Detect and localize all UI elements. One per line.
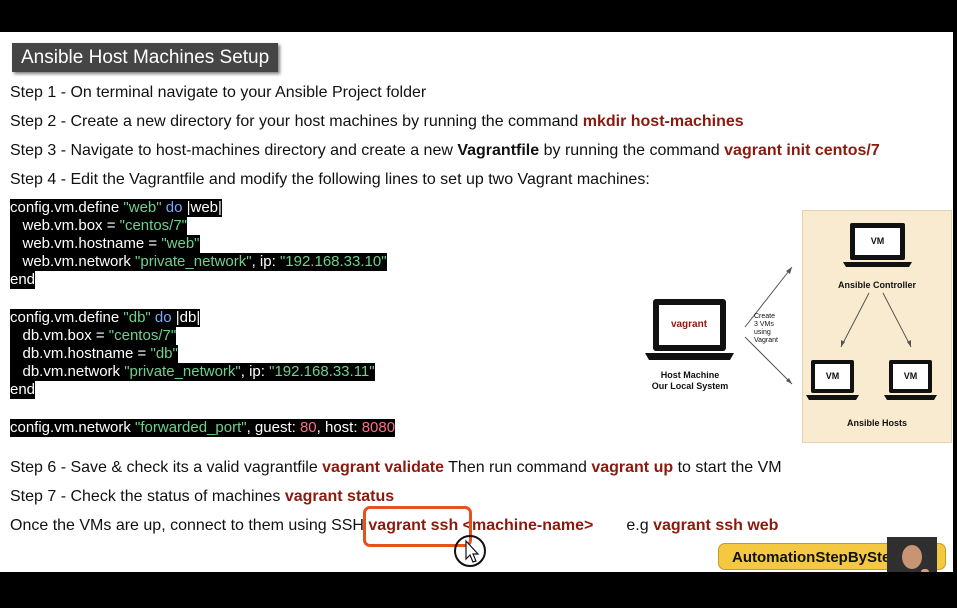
code-token: |web|: [186, 199, 222, 216]
code-keyword: do: [161, 199, 187, 216]
vm-label: VM: [903, 371, 918, 381]
step-2-command: mkdir host-machines: [582, 113, 744, 130]
slide: Ansible Host Machines Setup Step 1 - On …: [0, 32, 957, 572]
code-line: end: [10, 271, 36, 289]
host-label-sub: Our Local System: [651, 381, 729, 391]
code-token: web.vm.hostname =: [10, 235, 162, 252]
code-line: config.vm.network "forwarded_port", gues…: [10, 419, 396, 437]
arrow-note-line: Create: [754, 313, 776, 320]
step-3-command: vagrant init centos/7: [724, 142, 880, 159]
code-number: 80: [299, 419, 317, 436]
code-line: web.vm.hostname = "web": [10, 235, 200, 253]
slide-title: Ansible Host Machines Setup: [12, 43, 278, 72]
ssh-eg: e.g: [626, 517, 654, 534]
code-token: db.vm.network: [10, 363, 125, 380]
code-token: config.vm.network: [10, 419, 136, 436]
step-6-command-validate: vagrant validate: [322, 459, 444, 476]
code-token: web.vm.box =: [10, 217, 120, 234]
arrow-note-line: Vagrant: [754, 337, 778, 344]
code-string: "web": [123, 199, 162, 216]
code-line: config.vm.define "db" do |db|: [10, 309, 201, 327]
code-string: "192.168.33.11": [269, 363, 375, 380]
code-string: "centos/7": [108, 327, 177, 344]
code-line: web.vm.network "private_network", ip: "1…: [10, 253, 387, 271]
code-web-block: config.vm.define "web" do |web| web.vm.b…: [10, 199, 387, 289]
code-token: , ip:: [251, 253, 280, 270]
code-string: "private_network": [124, 363, 241, 380]
code-token: config.vm.define: [10, 309, 124, 326]
step-2: Step 2 - Create a new directory for your…: [10, 113, 744, 131]
step-3-text: Step 3 - Navigate to host-machines direc…: [10, 142, 458, 159]
right-edge: [953, 32, 957, 572]
code-line: web.vm.box = "centos/7": [10, 217, 187, 235]
step-7-text: Step 7 - Check the status of machines: [10, 488, 285, 505]
code-line: db.vm.box = "centos/7": [10, 327, 177, 345]
vm-label: VM: [870, 236, 885, 246]
code-line: db.vm.hostname = "db": [10, 345, 178, 363]
code-string: "192.168.33.10": [279, 253, 387, 270]
step-7: Step 7 - Check the status of machines va…: [10, 488, 394, 506]
step-6-command-up: vagrant up: [591, 459, 674, 476]
presenter-avatar: [887, 537, 937, 572]
code-string: "forwarded_port": [135, 419, 247, 436]
controller-label: Ansible Controller: [837, 280, 916, 290]
code-line: config.vm.define "web" do |web|: [10, 199, 222, 217]
code-token: end: [10, 381, 36, 398]
ansible-diagram: VM Ansible Controller VM VM Ansible Host…: [802, 210, 952, 443]
code-token: db.vm.box =: [10, 327, 109, 344]
step-6-text-3: to start the VM: [673, 459, 782, 476]
code-string: "web": [161, 235, 200, 252]
step-3: Step 3 - Navigate to host-machines direc…: [10, 142, 880, 160]
step-1: Step 1 - On terminal navigate to your An…: [10, 84, 427, 101]
code-token: , ip:: [240, 363, 270, 380]
arrow-note-line: using: [754, 329, 771, 336]
step-6: Step 6 - Save & check its a valid vagran…: [10, 459, 782, 477]
mouse-cursor-icon: [454, 535, 486, 567]
code-string: "private_network": [135, 253, 252, 270]
ssh-example-command: vagrant ssh web: [653, 517, 779, 534]
code-token: end: [10, 271, 36, 288]
step-3-file: Vagrantfile: [457, 142, 540, 159]
code-line: end: [10, 381, 36, 399]
code-forward-port: config.vm.network "forwarded_port", gues…: [10, 419, 396, 437]
hosts-label: Ansible Hosts: [846, 418, 907, 428]
step-4: Step 4 - Edit the Vagrantfile and modify…: [10, 171, 650, 188]
host-label: Host Machine: [660, 370, 720, 380]
host-screen-label: vagrant: [670, 319, 708, 330]
code-string: "db": [150, 345, 178, 362]
code-string: "db": [123, 309, 151, 326]
step-7-command: vagrant status: [284, 488, 395, 505]
step-6-text-2: Then run command: [443, 459, 592, 476]
step-2-text: Step 2 - Create a new directory for your…: [10, 113, 583, 130]
code-token: , host:: [316, 419, 362, 436]
code-number: 8080: [361, 419, 396, 436]
step-3-text-2: by running the command: [539, 142, 725, 159]
code-line: db.vm.network "private_network", ip: "19…: [10, 363, 375, 381]
code-token: config.vm.define: [10, 199, 124, 216]
step-6-text: Step 6 - Save & check its a valid vagran…: [10, 459, 323, 476]
code-keyword: do: [150, 309, 176, 326]
ssh-text: Once the VMs are up, connect to them usi…: [10, 517, 369, 534]
code-string: "centos/7": [119, 217, 187, 234]
code-token: web.vm.network: [10, 253, 136, 270]
code-db-block: config.vm.define "db" do |db| db.vm.box …: [10, 309, 375, 399]
arrow-note: Create 3 VMs using Vagrant: [754, 313, 778, 345]
arrow-note-line: 3 VMs: [754, 321, 774, 328]
code-token: |db|: [175, 309, 201, 326]
vm-label: VM: [825, 371, 840, 381]
code-token: , guest:: [246, 419, 300, 436]
code-token: db.vm.hostname =: [10, 345, 151, 362]
